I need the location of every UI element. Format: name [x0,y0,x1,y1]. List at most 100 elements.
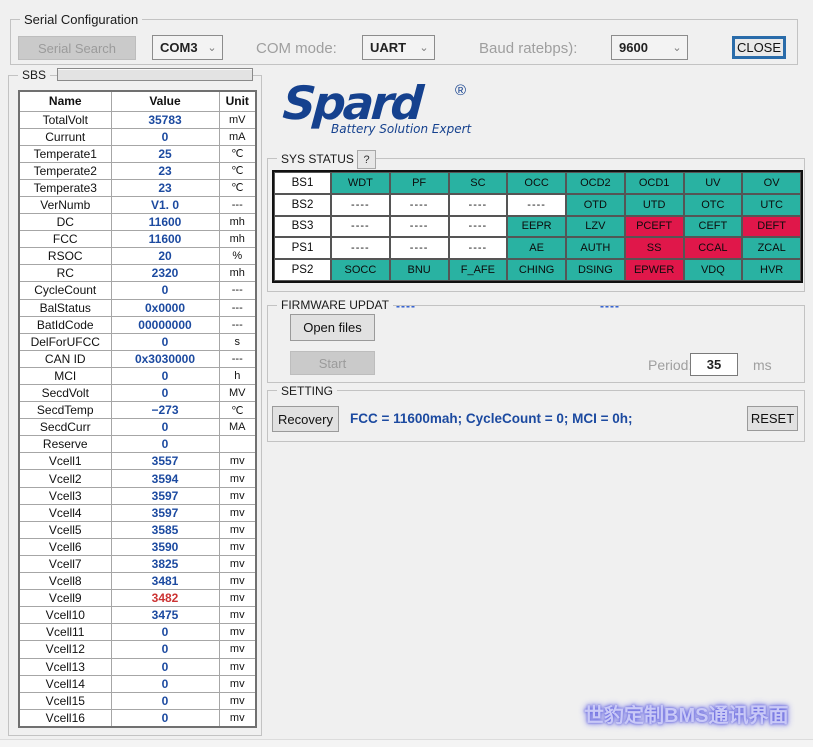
logo-brand-text: Spard [281,80,504,126]
table-row: MCI0h [19,367,256,384]
setting-title: SETTING [277,384,337,398]
recovery-button[interactable]: Recovery [272,406,339,432]
status-cell: UTD [625,194,684,216]
table-row: Temperate223℃ [19,162,256,179]
open-files-button[interactable]: Open files [290,314,375,341]
com-mode-select[interactable]: UART ⌄ [362,35,435,60]
status-cell: EPWER [625,259,684,281]
table-row: CAN ID0x3030000--- [19,350,256,367]
status-cell: CHING [507,259,566,281]
close-button[interactable]: CLOSE [732,36,786,59]
table-row: Vcell53585mv [19,521,256,538]
reset-button[interactable]: RESET [747,406,798,431]
table-row: Vcell130mv [19,658,256,675]
baud-rate-label: Baud ratebps): [479,40,577,57]
status-cell: AUTH [566,237,625,259]
serial-config-title: Serial Configuration [20,12,142,27]
status-cell: UV [684,172,743,194]
firmware-title: FIRMWARE UPDAT [277,298,393,312]
table-row: Vcell103475mv [19,607,256,624]
status-cell: ---- [449,237,508,259]
table-row: Vcell140mv [19,675,256,692]
sys-status-table: BS1WDTPFSCOCCOCD2OCD1UVOVBS2------------… [272,170,803,283]
status-row-label: BS2 [274,194,331,216]
header-value: Value [111,91,219,111]
status-cell: CEFT [684,216,743,238]
sys-status-title: SYS STATUS [277,152,358,166]
table-row: Temperate125℃ [19,145,256,162]
status-cell: OCD1 [625,172,684,194]
table-row: Vcell33597mv [19,487,256,504]
com-port-value: COM3 [153,40,202,55]
status-cell: ---- [390,216,449,238]
com-mode-label: COM mode: [256,40,337,57]
status-cell: LZV [566,216,625,238]
registered-trademark-icon: ® [455,82,466,99]
start-button[interactable]: Start [290,351,375,375]
table-row: VerNumbV1. 0--- [19,196,256,213]
status-cell: DSING [566,259,625,281]
status-cell: ---- [390,194,449,216]
table-row: BalStatus0x0000--- [19,299,256,316]
footer-divider [0,739,813,747]
status-cell: ---- [331,237,390,259]
status-cell: ---- [449,194,508,216]
status-cell: ---- [390,237,449,259]
status-cell: F_AFE [449,259,508,281]
firmware-status-dashes-1: ---- [396,299,416,313]
table-row: CycleCount0--- [19,282,256,299]
status-cell: OCD2 [566,172,625,194]
table-row: Reserve0 [19,436,256,453]
sbs-progress-bar [57,68,253,81]
table-row: Vcell23594mv [19,470,256,487]
status-cell: AE [507,237,566,259]
status-cell: OV [742,172,801,194]
sbs-title: SBS [18,68,50,82]
table-row: DelForUFCC0s [19,333,256,350]
status-cell: ---- [331,216,390,238]
help-button[interactable]: ? [357,150,376,169]
status-cell: PCEFT [625,216,684,238]
status-cell: HVR [742,259,801,281]
table-row: Vcell13557mv [19,453,256,470]
period-input[interactable] [690,353,738,376]
table-row: FCC11600mh [19,231,256,248]
table-row: Currunt0mA [19,128,256,145]
table-row: TotalVolt35783mV [19,111,256,128]
serial-search-button[interactable]: Serial Search [18,36,136,60]
sbs-table-body: TotalVolt35783mVCurrunt0mATemperate125℃T… [19,111,256,727]
table-row: Vcell83481mv [19,573,256,590]
watermark-text: 世豹定制BMS通讯界面 [584,699,788,728]
status-cell: OTC [684,194,743,216]
status-cell: EEPR [507,216,566,238]
baud-rate-select[interactable]: 9600 ⌄ [611,35,688,60]
table-row: Vcell110mv [19,624,256,641]
table-row: Temperate323℃ [19,179,256,196]
table-row: RC2320mh [19,265,256,282]
table-row: Vcell160mv [19,709,256,727]
status-cell: ZCAL [742,237,801,259]
status-row-label: BS1 [274,172,331,194]
table-row: BatIdCode00000000--- [19,316,256,333]
table-row: Vcell120mv [19,641,256,658]
period-unit-label: ms [753,357,772,373]
status-cell: SC [449,172,508,194]
chevron-down-icon: ⌄ [202,41,222,54]
firmware-status-dashes-2: ---- [600,299,620,313]
table-row: Vcell43597mv [19,504,256,521]
table-row: SecdCurr0MA [19,419,256,436]
com-port-select[interactable]: COM3 ⌄ [152,35,223,60]
table-header-row: Name Value Unit [19,91,256,111]
table-row: Vcell63590mv [19,538,256,555]
table-row: Vcell93482mv [19,590,256,607]
status-cell: CCAL [684,237,743,259]
chevron-down-icon: ⌄ [667,41,687,54]
status-row-label: BS3 [274,216,331,238]
header-name: Name [19,91,111,111]
com-mode-value: UART [363,40,414,55]
table-row: RSOC20% [19,248,256,265]
status-cell: PF [390,172,449,194]
status-row-label: PS1 [274,237,331,259]
status-cell: ---- [507,194,566,216]
header-unit: Unit [219,91,256,111]
